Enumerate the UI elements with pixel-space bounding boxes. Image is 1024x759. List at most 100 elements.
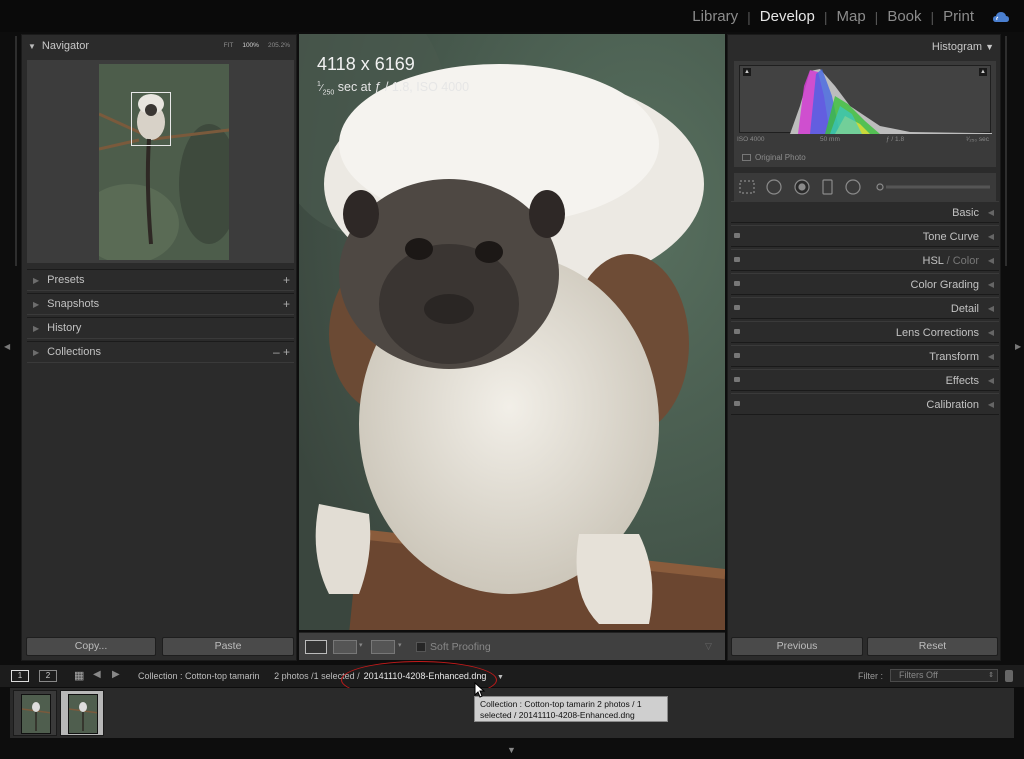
filmstrip-toolbar: 1 2 ▦ ◀ ▶ Collection : Cotton-top tamari…	[0, 665, 1024, 687]
effects-panel-header[interactable]: Effects ◀	[731, 369, 999, 391]
navigator-preview[interactable]	[27, 60, 294, 263]
secondary-screen-button[interactable]: 2	[39, 670, 57, 682]
original-photo-checkbox[interactable]	[742, 154, 751, 161]
collection-add-remove-icons[interactable]: – +	[273, 345, 290, 359]
navigator-view-rectangle[interactable]	[131, 92, 171, 146]
source-tooltip: Collection : Cotton-top tamarin 2 photos…	[474, 696, 668, 722]
transform-label: Transform	[929, 351, 979, 363]
right-panel-toggle-icon[interactable]: ▶	[1015, 343, 1023, 351]
module-list: Library | Develop | Map | Book | Print	[692, 8, 974, 25]
copy-settings-button[interactable]: Copy...	[26, 637, 156, 656]
main-image-view[interactable]: 4118 x 6169 1⁄250 sec at ƒ / 1.8, ISO 40…	[299, 34, 725, 630]
previous-photo-arrow-icon[interactable]: ◀	[93, 669, 101, 680]
filter-lock-icon[interactable]	[1005, 670, 1013, 682]
module-develop[interactable]: Develop	[760, 8, 815, 25]
histogram-header[interactable]: Histogram ▼	[932, 41, 994, 53]
panel-switch-icon[interactable]	[734, 353, 740, 358]
expand-triangle-icon: ◀	[987, 256, 994, 265]
main-screen-button[interactable]: 1	[11, 670, 29, 682]
collapse-triangle-icon: ▼	[985, 42, 994, 52]
lens-corrections-label: Lens Corrections	[895, 327, 979, 339]
add-preset-icon[interactable]: +	[283, 273, 290, 287]
panel-switch-icon[interactable]	[734, 329, 740, 334]
histogram-title: Histogram	[931, 41, 983, 53]
exposure-details: sec at ƒ / 1.8, ISO 4000	[334, 80, 470, 94]
original-photo-indicator: Original Photo	[742, 153, 806, 162]
tone-curve-label: Tone Curve	[922, 231, 979, 243]
color-grading-label: Color Grading	[910, 279, 979, 291]
chevron-down-icon[interactable]: ▾	[359, 641, 363, 649]
image-exposure-overlay: 1⁄250 sec at ƒ / 1.8, ISO 4000	[317, 80, 470, 97]
zoom-fit-option[interactable]: FIT	[224, 42, 234, 49]
tone-curve-panel-header[interactable]: Tone Curve ◀	[731, 225, 999, 247]
shutter-denominator: 250	[322, 89, 335, 97]
basic-panel-header[interactable]: Basic ◀	[731, 201, 999, 223]
expand-triangle-icon: ▶	[33, 275, 40, 285]
history-panel-header[interactable]: ▶ History	[27, 317, 294, 339]
add-snapshot-icon[interactable]: +	[283, 297, 290, 311]
image-dimensions-overlay: 4118 x 6169	[317, 54, 415, 74]
navigator-thumbnail[interactable]	[99, 64, 229, 260]
zoom-custom-option[interactable]: 205.2%	[268, 42, 290, 49]
shadow-clipping-icon[interactable]: ▲	[743, 68, 751, 76]
histogram-focal-length: 50 mm	[820, 136, 840, 143]
thumbnail-image	[68, 694, 98, 734]
grid-view-icon[interactable]: ▦	[74, 669, 84, 682]
soft-proofing-checkbox[interactable]	[416, 642, 426, 652]
navigator-title: Navigator	[41, 40, 89, 52]
histogram-graph[interactable]: ▲ ▲	[739, 65, 992, 134]
filmstrip-toggle-icon[interactable]: ▼	[507, 745, 516, 755]
histogram-aperture: ƒ / 1.8	[886, 136, 905, 143]
hsl-tab[interactable]: HSL	[923, 255, 944, 267]
color-grading-panel-header[interactable]: Color Grading ◀	[731, 273, 999, 295]
module-book[interactable]: Book	[887, 8, 921, 25]
module-picker-bar: Library | Develop | Map | Book | Print	[0, 0, 1024, 32]
collections-panel-header[interactable]: ▶ Collections – +	[27, 341, 294, 363]
before-after-left-right-icon[interactable]	[333, 640, 357, 654]
transform-panel-header[interactable]: Transform ◀	[731, 345, 999, 367]
chevron-down-icon[interactable]: ▾	[398, 641, 402, 649]
soft-proofing-label: Soft Proofing	[430, 641, 491, 653]
cloud-sync-icon[interactable]	[992, 10, 1010, 24]
reset-button[interactable]: Reset	[867, 637, 998, 656]
panel-switch-icon[interactable]	[734, 401, 740, 406]
filter-dropdown[interactable]: Filters Off ⇕	[890, 669, 998, 682]
lens-corrections-panel-header[interactable]: Lens Corrections ◀	[731, 321, 999, 343]
left-panel-toggle-icon[interactable]: ◀	[4, 343, 12, 351]
module-map[interactable]: Map	[836, 8, 865, 25]
paste-settings-button[interactable]: Paste	[162, 637, 294, 656]
thumbnail-image	[21, 694, 51, 734]
panel-switch-icon[interactable]	[734, 305, 740, 310]
right-scroll-track	[1005, 36, 1007, 266]
toolbar-menu-chevron-icon[interactable]: ▽	[705, 641, 712, 652]
expand-triangle-icon: ◀	[987, 352, 994, 361]
loupe-view-icon[interactable]	[305, 640, 327, 654]
hsl-color-panel-header[interactable]: HSL / Color ◀	[731, 249, 999, 271]
panel-switch-icon[interactable]	[734, 281, 740, 286]
left-scroll-track	[15, 36, 17, 266]
mouse-cursor-icon	[474, 682, 486, 698]
module-separator: |	[874, 8, 879, 25]
detail-panel-header[interactable]: Detail ◀	[731, 297, 999, 319]
filter-label: Filter :	[858, 671, 884, 681]
filmstrip-thumbnail[interactable]	[13, 690, 57, 736]
expand-triangle-icon: ◀	[987, 376, 994, 385]
module-library[interactable]: Library	[692, 8, 738, 25]
snapshots-panel-header[interactable]: ▶ Snapshots +	[27, 293, 294, 315]
highlight-clipping-icon[interactable]: ▲	[979, 68, 987, 76]
panel-switch-icon[interactable]	[734, 377, 740, 382]
filmstrip-thumbnail-selected[interactable]	[60, 690, 104, 736]
source-dropdown-chevron-icon[interactable]: ▼	[497, 674, 504, 681]
calibration-panel-header[interactable]: Calibration ◀	[731, 393, 999, 415]
module-print[interactable]: Print	[943, 8, 974, 25]
tooltip-line-1: Collection : Cotton-top tamarin 2 photos…	[480, 699, 642, 709]
panel-switch-icon[interactable]	[734, 233, 740, 238]
previous-button[interactable]: Previous	[731, 637, 863, 656]
color-tab[interactable]: / Color	[944, 255, 979, 267]
presets-panel-header[interactable]: ▶ Presets +	[27, 269, 294, 291]
before-after-top-bottom-icon[interactable]	[371, 640, 395, 654]
next-photo-arrow-icon[interactable]: ▶	[112, 669, 120, 680]
zoom-100-option[interactable]: 100%	[242, 42, 259, 49]
panel-switch-icon[interactable]	[734, 257, 740, 262]
expand-triangle-icon: ◀	[987, 400, 994, 409]
